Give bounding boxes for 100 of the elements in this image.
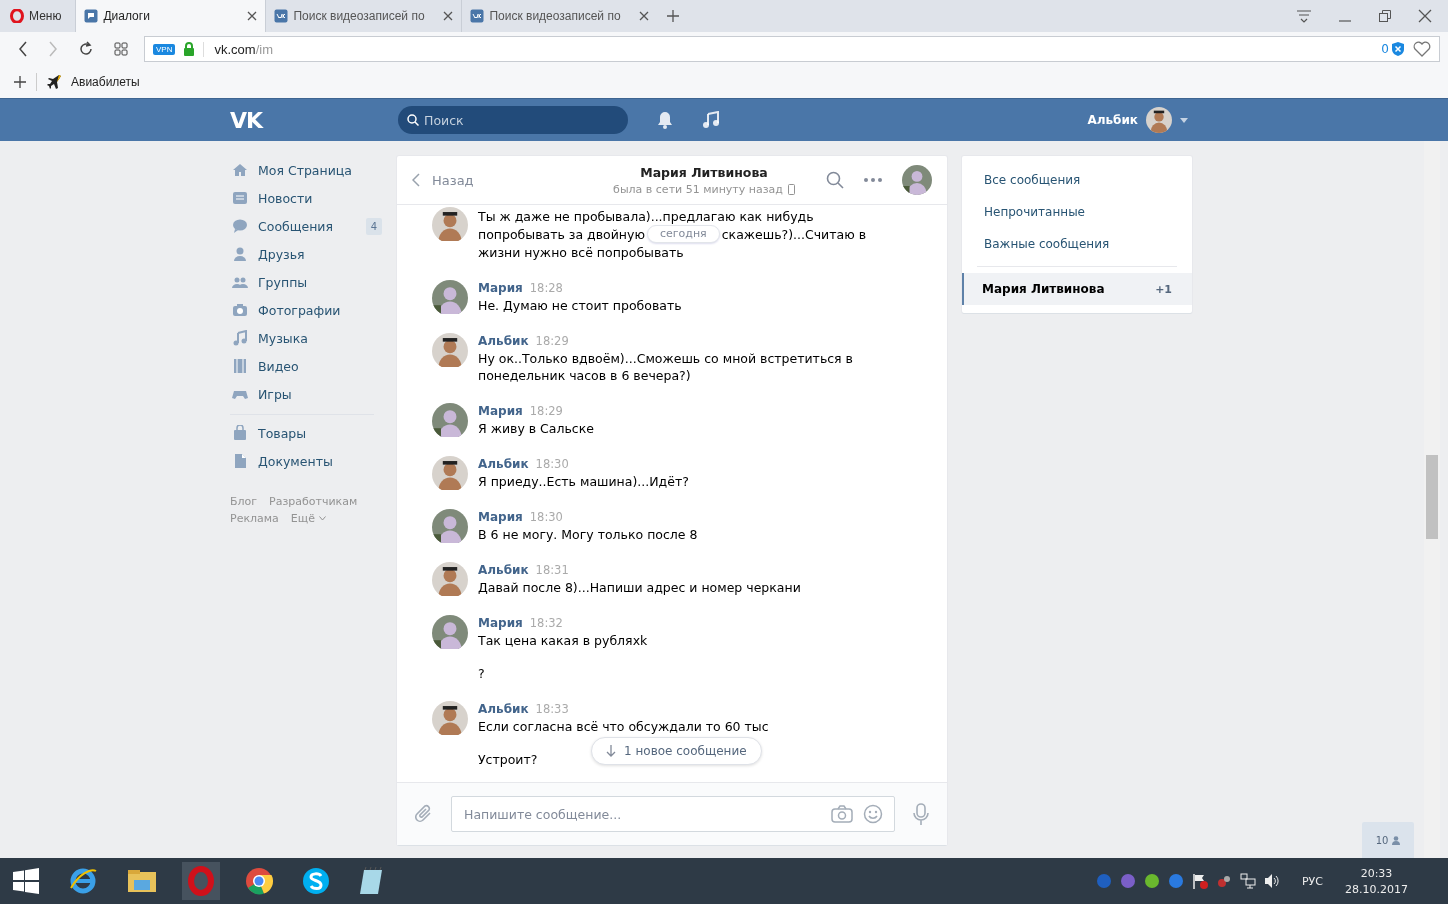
- close-icon[interactable]: [1418, 9, 1432, 23]
- sidebar-item[interactable]: Моя Страница: [230, 156, 382, 184]
- date-divider: сегодня: [646, 225, 720, 243]
- profile-menu[interactable]: Альбик: [1087, 107, 1188, 133]
- sidebar-item[interactable]: Друзья: [230, 240, 382, 268]
- message-time: 18:32: [529, 615, 563, 632]
- message-text: жизни нужно всё попробывать: [478, 243, 684, 261]
- message-time: 18:31: [535, 562, 569, 579]
- sidebar-item[interactable]: Товары: [230, 419, 382, 447]
- add-icon[interactable]: [14, 76, 26, 88]
- sidebar-item[interactable]: Видео: [230, 352, 382, 380]
- search-icon: [407, 114, 419, 126]
- message-text: Не. Думаю не стоит пробовать: [478, 298, 682, 313]
- message-text: Так цена какая в рубляхk: [478, 633, 648, 648]
- sidebar-item[interactable]: Игры: [230, 380, 382, 408]
- shield-icon[interactable]: [1391, 41, 1405, 57]
- search-field[interactable]: Поиск: [398, 106, 628, 134]
- chevron-left-icon: [412, 173, 420, 187]
- flag-icon[interactable]: [1192, 873, 1208, 889]
- close-icon[interactable]: [639, 11, 650, 21]
- address-field[interactable]: VPN vk.com/im 0: [144, 36, 1440, 62]
- sidebar-item[interactable]: Группы: [230, 268, 382, 296]
- message-text: скажешь?)...Считаю в: [721, 225, 867, 243]
- tray-app-icon[interactable]: [1144, 873, 1160, 889]
- chat-bubble-icon: [84, 9, 99, 23]
- paperclip-icon[interactable]: [415, 804, 433, 824]
- close-icon[interactable]: [247, 11, 258, 21]
- scrollbar[interactable]: [1424, 141, 1440, 858]
- avatar: [432, 456, 468, 490]
- sender-name[interactable]: Мария: [478, 509, 523, 526]
- sender-name[interactable]: Альбик: [478, 456, 529, 473]
- sender-name[interactable]: Мария: [478, 615, 523, 632]
- phone-icon: [787, 183, 795, 195]
- sidebar-item[interactable]: Сообщения 4: [230, 212, 382, 240]
- sender-name[interactable]: Мария: [478, 280, 523, 297]
- language-indicator[interactable]: РУС: [1302, 874, 1323, 888]
- online-friends-button[interactable]: 10: [1362, 822, 1414, 858]
- grid-icon[interactable]: [114, 42, 128, 56]
- count-badge: 4: [365, 217, 382, 235]
- message-time: 18:33: [535, 701, 569, 718]
- person-icon: [1392, 835, 1401, 845]
- message-text: ?: [478, 666, 485, 681]
- vpn-badge[interactable]: VPN: [153, 43, 176, 55]
- scrollbar-thumb[interactable]: [1426, 455, 1438, 539]
- sidebar-item[interactable]: Документы: [230, 447, 382, 475]
- sender-name[interactable]: Альбик: [478, 333, 529, 350]
- tab-menu-icon[interactable]: [1296, 9, 1312, 23]
- tray-app-icon[interactable]: [1168, 873, 1184, 889]
- clock-date[interactable]: 28.10.2017: [1345, 882, 1408, 896]
- message-time: 18:29: [529, 403, 563, 420]
- lock-icon: [183, 42, 196, 56]
- heart-icon[interactable]: [1413, 41, 1431, 57]
- avatar: [432, 562, 468, 596]
- arrow-down-icon: [606, 745, 616, 757]
- back-icon[interactable]: [18, 41, 28, 57]
- filter-item[interactable]: Все сообщения: [962, 164, 1192, 196]
- nav-icon: [232, 302, 248, 318]
- avatar: [432, 280, 468, 314]
- nav-icon: [232, 246, 248, 262]
- sender-name[interactable]: Альбик: [478, 562, 529, 579]
- more-icon[interactable]: [864, 178, 882, 182]
- avatar: [432, 403, 468, 437]
- reload-icon[interactable]: [78, 41, 94, 57]
- restore-icon[interactable]: [1378, 9, 1392, 23]
- sidebar-item[interactable]: Фотографии: [230, 296, 382, 324]
- nav-icon: [232, 190, 248, 206]
- message-text: Ты ж даже не пробывала)...предлагаю как нибудь: [478, 207, 814, 225]
- chat-title[interactable]: Мария Литвинова: [640, 164, 768, 180]
- sidebar-item[interactable]: Музыка: [230, 324, 382, 352]
- network-icon[interactable]: [1240, 873, 1256, 889]
- close-icon[interactable]: [443, 11, 454, 21]
- message-text: Если согласна всё что обсуждали то 60 тыс: [478, 719, 769, 734]
- bell-icon[interactable]: [656, 111, 674, 129]
- tray-app-icon[interactable]: [1216, 873, 1232, 889]
- airplane-icon: [47, 74, 63, 90]
- filter-item[interactable]: Важные сообщения: [962, 228, 1192, 260]
- sidebar-item[interactable]: Новости: [230, 184, 382, 212]
- music-note-icon[interactable]: [702, 111, 720, 129]
- search-icon[interactable]: [826, 171, 844, 189]
- new-message-button[interactable]: 1 новое сообщение: [591, 737, 762, 765]
- bookmark[interactable]: Авиабилеты: [47, 74, 140, 90]
- filter-item[interactable]: Непрочитанные: [962, 196, 1192, 228]
- message-time: 18:29: [535, 333, 569, 350]
- caret-icon: [1180, 117, 1188, 123]
- avatar: [1146, 107, 1172, 133]
- add-tab-icon[interactable]: [667, 10, 680, 22]
- sender-name[interactable]: Мария: [478, 403, 523, 420]
- avatar: [432, 207, 468, 241]
- opera-logo-icon: [10, 9, 24, 23]
- chevron-down-icon: [318, 516, 326, 521]
- volume-icon[interactable]: [1264, 873, 1280, 889]
- conversation-item[interactable]: Мария Литвинова +1: [962, 273, 1192, 305]
- message-time: 18:28: [529, 280, 563, 297]
- blocked-count: 0: [1381, 42, 1389, 56]
- clock-time[interactable]: 20:33: [1360, 866, 1393, 880]
- browser-tab[interactable]: Диалоги: [75, 0, 266, 32]
- site-logo[interactable]: VK: [230, 107, 370, 133]
- sender-name[interactable]: Альбик: [478, 701, 529, 718]
- menu-button[interactable]: Меню: [0, 0, 76, 32]
- tray-app-icon[interactable]: [1120, 873, 1136, 889]
